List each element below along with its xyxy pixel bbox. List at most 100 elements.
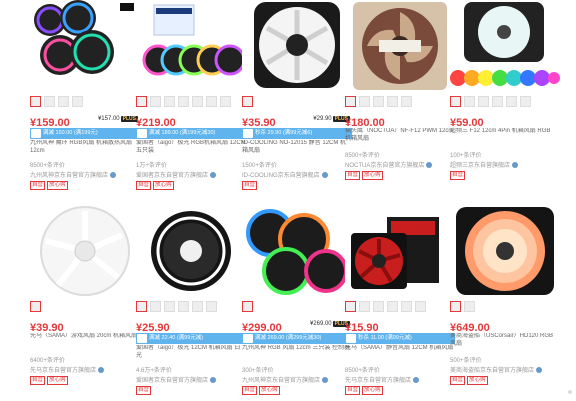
color-thumbnail[interactable]: [44, 96, 55, 107]
comment-count[interactable]: 8500+条评价: [345, 150, 455, 159]
product-image[interactable]: [136, 0, 246, 93]
color-thumbnails[interactable]: [242, 96, 253, 110]
chat-icon[interactable]: [512, 162, 519, 169]
shop-name[interactable]: 美商海盗船京东自营官方旗舰店: [450, 365, 560, 374]
color-thumbnail[interactable]: [192, 96, 203, 107]
chat-icon[interactable]: [413, 377, 420, 384]
color-thumbnail[interactable]: [164, 301, 175, 312]
color-thumbnail[interactable]: [359, 96, 370, 107]
comment-count[interactable]: 1万+条评价: [136, 160, 246, 169]
color-thumbnail[interactable]: [401, 96, 412, 107]
product-image[interactable]: [242, 205, 352, 298]
color-thumbnail[interactable]: [242, 301, 253, 312]
color-thumbnails[interactable]: [345, 96, 412, 110]
color-thumbnail[interactable]: [359, 301, 370, 312]
chat-icon[interactable]: [210, 172, 217, 179]
color-thumbnail[interactable]: [387, 301, 398, 312]
color-thumbnail[interactable]: [72, 96, 83, 107]
comment-count[interactable]: 4.6万+条评价: [136, 365, 246, 374]
color-thumbnail[interactable]: [136, 301, 147, 312]
promo-banner[interactable]: 秒杀 29.90 (满99元减6): [242, 128, 352, 139]
promo-banner[interactable]: 秒杀 11.00 (满99元减): [345, 333, 455, 344]
product-image[interactable]: [242, 0, 352, 93]
product-title[interactable]: 先马（SAMA）游戏风扇 20cm 机箱风扇: [30, 333, 140, 355]
color-thumbnail[interactable]: [464, 301, 475, 312]
shop-name[interactable]: 超频三京东自营旗舰店: [450, 160, 560, 169]
color-thumbnail[interactable]: [164, 96, 175, 107]
product-card[interactable]: ¥299.00 ¥269.00 PLUS 满减 269.00 (满299元减30) …: [242, 205, 352, 401]
product-card[interactable]: ¥59.00 超频三 F12 12cm 4Pin 机箱风扇 RGB 100+条评…: [450, 0, 560, 196]
chat-icon[interactable]: [322, 377, 329, 384]
promo-banner[interactable]: 满减 189.00 (满199元减30): [136, 128, 246, 139]
color-thumbnail[interactable]: [401, 301, 412, 312]
chat-icon[interactable]: [98, 367, 105, 374]
product-card[interactable]: ¥35.90 ¥29.90 PLUS 秒杀 29.90 (满99元减6) ID-CO…: [242, 0, 352, 196]
color-thumbnails[interactable]: [450, 96, 531, 110]
chat-icon[interactable]: [210, 377, 217, 384]
shop-name[interactable]: 爱国者京东自营官方旗舰店: [136, 375, 246, 384]
promo-banner[interactable]: 满减 269.00 (满299元减30): [242, 333, 352, 344]
color-thumbnail[interactable]: [345, 301, 356, 312]
comment-count[interactable]: 500+条评价: [450, 355, 560, 364]
color-thumbnail[interactable]: [373, 96, 384, 107]
shop-name[interactable]: ID-COOLING京东自营旗舰店: [242, 170, 352, 179]
promo-banner[interactable]: 满减 150.00 (满199元): [30, 128, 140, 139]
product-title[interactable]: 爱国者（aigo）极光 12CM 机箱风扇 白光: [136, 345, 246, 367]
color-thumbnail[interactable]: [192, 301, 203, 312]
product-title[interactable]: 美商海盗船（USCorsair）HD120 RGB 风扇: [450, 333, 560, 355]
color-thumbnail[interactable]: [373, 301, 384, 312]
comment-count[interactable]: 100+条评价: [450, 150, 560, 159]
color-thumbnail[interactable]: [415, 301, 426, 312]
shop-name[interactable]: 先马京东自营官方旗舰店: [345, 375, 455, 384]
color-thumbnail[interactable]: [478, 96, 489, 107]
product-image[interactable]: [30, 0, 140, 93]
shop-name[interactable]: 先马京东自营官方旗舰店: [30, 365, 140, 374]
shop-name[interactable]: 九州风神京东自营官方旗舰店: [30, 170, 140, 179]
product-card[interactable]: ¥159.00 ¥157.00 PLUS 满减 150.00 (满199元) 九州风…: [30, 0, 140, 196]
color-thumbnail[interactable]: [450, 301, 461, 312]
chat-icon[interactable]: [426, 162, 433, 169]
color-thumbnail[interactable]: [150, 96, 161, 107]
color-thumbnail[interactable]: [30, 301, 41, 312]
color-thumbnail[interactable]: [345, 96, 356, 107]
product-title[interactable]: 猫头鹰（NOCTUA）NF-F12 PWM 12cm 机箱风扇: [345, 128, 455, 150]
product-title[interactable]: ID-COOLING NO-12015 静音 12CM 机箱风扇: [242, 140, 352, 162]
product-card[interactable]: ¥180.00 猫头鹰（NOCTUA）NF-F12 PWM 12cm 机箱风扇 …: [345, 0, 455, 196]
product-image[interactable]: [345, 0, 455, 93]
product-title[interactable]: 九州风神 魔环 RGB风扇 机箱散热风扇 12cm: [30, 140, 140, 162]
product-title[interactable]: 先马（SAMA）静音风扇 12CM 机箱风扇: [345, 345, 455, 367]
color-thumbnail[interactable]: [464, 96, 475, 107]
comment-count[interactable]: 8500+条评价: [30, 160, 140, 169]
chat-icon[interactable]: [110, 172, 117, 179]
color-thumbnail[interactable]: [150, 301, 161, 312]
shop-name[interactable]: NOCTUA京东自营官方旗舰店: [345, 160, 455, 169]
shop-name[interactable]: 九州风神京东自营官方旗舰店: [242, 375, 352, 384]
color-thumbnails[interactable]: [450, 301, 475, 315]
color-thumbnail[interactable]: [178, 96, 189, 107]
color-thumbnails[interactable]: [30, 301, 41, 315]
product-card[interactable]: ¥25.90 满减 22.40 (满99元减) 爱国者（aigo）极光 12CM…: [136, 205, 246, 401]
product-image[interactable]: [450, 0, 560, 93]
comment-count[interactable]: 1500+条评价: [242, 160, 352, 169]
chat-icon[interactable]: [536, 367, 543, 374]
product-image[interactable]: [136, 205, 246, 298]
color-thumbnail[interactable]: [58, 96, 69, 107]
color-thumbnail[interactable]: [178, 301, 189, 312]
color-thumbnail[interactable]: [520, 96, 531, 107]
chat-icon[interactable]: [321, 172, 328, 179]
product-card[interactable]: ¥219.00 满减 189.00 (满199元减30) 爱国者（aigo）极光…: [136, 0, 246, 196]
product-image[interactable]: [345, 205, 455, 298]
color-thumbnail[interactable]: [30, 96, 41, 107]
product-card[interactable]: ¥649.00 美商海盗船（USCorsair）HD120 RGB 风扇 500…: [450, 205, 560, 401]
color-thumbnail[interactable]: [506, 96, 517, 107]
product-title[interactable]: 九州风神 RGB 风扇 12cm 三只装 控制器: [242, 345, 352, 367]
product-title[interactable]: 超频三 F12 12cm 4Pin 机箱风扇 RGB: [450, 128, 560, 150]
scroll-indicator[interactable]: [568, 390, 572, 394]
color-thumbnail[interactable]: [450, 96, 461, 107]
color-thumbnails[interactable]: [136, 96, 231, 110]
color-thumbnails[interactable]: [345, 301, 426, 315]
color-thumbnails[interactable]: [30, 96, 83, 110]
product-title[interactable]: 爱国者（aigo）极光 RGB机箱风扇 12CM 五只装: [136, 140, 246, 162]
product-image[interactable]: [30, 205, 140, 298]
shop-name[interactable]: 爱国者京东自营官方旗舰店: [136, 170, 246, 179]
